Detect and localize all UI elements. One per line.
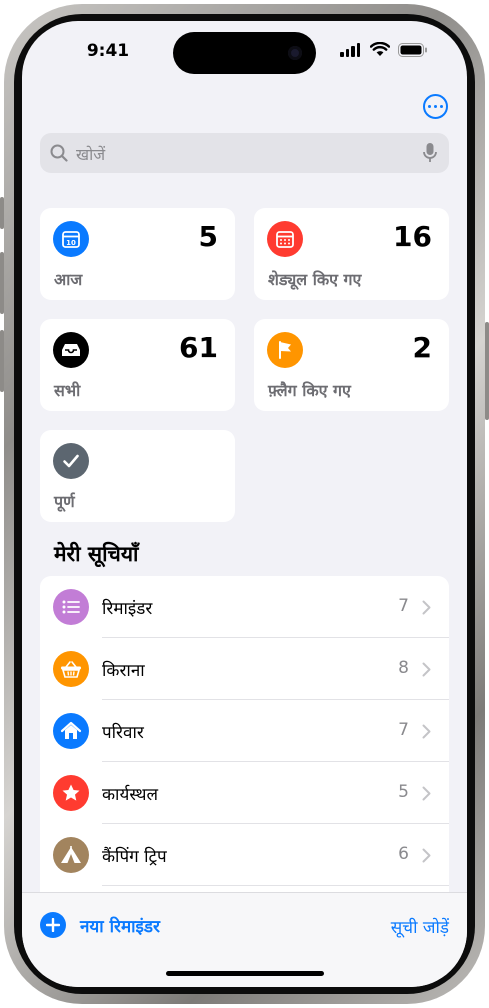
cellular-signal-icon xyxy=(340,43,362,57)
power-button xyxy=(485,322,489,420)
smart-list-scheduled[interactable]: 16 शेड्यूल किए गए xyxy=(254,208,449,300)
action-button xyxy=(0,197,4,229)
volume-up-button xyxy=(0,252,4,314)
dynamic-island xyxy=(173,32,316,74)
flag-icon xyxy=(267,332,303,368)
calendar-today-icon: 10 xyxy=(53,221,89,257)
smart-list-label: आज xyxy=(54,270,83,289)
list-item-reminders[interactable]: रिमाइंडर 7 xyxy=(40,576,449,638)
add-list-button[interactable]: सूची जोड़ें xyxy=(391,915,449,938)
volume-down-button xyxy=(0,330,4,392)
list-item-name: कैंपिंग ट्रिप xyxy=(102,847,167,867)
list-item-name: किराना xyxy=(102,661,145,681)
checkmark-icon xyxy=(53,443,89,479)
microphone-icon[interactable] xyxy=(423,142,437,164)
new-reminder-button[interactable]: नया रिमाइंडर xyxy=(40,911,160,939)
chevron-right-icon xyxy=(422,786,431,801)
more-options-button[interactable] xyxy=(423,94,448,119)
house-icon xyxy=(53,713,89,749)
magnifier-icon xyxy=(50,144,68,162)
home-indicator[interactable] xyxy=(166,971,324,976)
star-icon xyxy=(53,775,89,811)
tray-icon xyxy=(53,332,89,368)
smart-list-count: 16 xyxy=(393,220,432,253)
smart-list-count: 61 xyxy=(179,331,218,364)
list-item-camping-trip[interactable]: कैंपिंग ट्रिप 6 xyxy=(40,824,449,886)
new-reminder-label: नया रिमाइंडर xyxy=(80,916,160,937)
smart-list-label: शेड्यूल किए गए xyxy=(268,270,362,289)
wifi-icon xyxy=(370,42,390,56)
smart-list-flagged[interactable]: 2 फ़्लैग किए गए xyxy=(254,319,449,411)
list-item-name: कार्यस्थल xyxy=(102,785,158,805)
list-item-count: 7 xyxy=(398,596,409,616)
more-dot xyxy=(434,105,437,108)
smart-list-label: फ़्लैग किए गए xyxy=(268,381,351,400)
smart-list-label: पूर्ण xyxy=(54,492,75,511)
my-lists: रिमाइंडर 7 किराना 8 परिवार 7 कार्यस्थल 5… xyxy=(40,576,449,916)
search-field[interactable]: खोजें xyxy=(40,133,449,173)
battery-icon xyxy=(398,43,427,57)
status-time: 9:41 xyxy=(86,41,130,61)
row-divider xyxy=(102,885,449,886)
screen: 9:41 खोजें 10 5 आज 16 शेड्यूल किए गए 61 … xyxy=(22,21,467,987)
list-item-grocery[interactable]: किराना 8 xyxy=(40,638,449,700)
plus-circle-icon xyxy=(40,912,66,938)
more-dot xyxy=(440,105,443,108)
smart-list-all[interactable]: 61 सभी xyxy=(40,319,235,411)
list-item-family[interactable]: परिवार 7 xyxy=(40,700,449,762)
camera-icon xyxy=(288,46,302,60)
my-lists-title: मेरी सूचियाँ xyxy=(54,542,139,566)
more-dot xyxy=(428,105,431,108)
list-item-count: 8 xyxy=(398,658,409,678)
list-item-count: 6 xyxy=(398,844,409,864)
list-item-work[interactable]: कार्यस्थल 5 xyxy=(40,762,449,824)
list-item-name: रिमाइंडर xyxy=(102,599,153,619)
svg-text:10: 10 xyxy=(66,239,76,247)
smart-list-count: 5 xyxy=(198,220,218,253)
chevron-right-icon xyxy=(422,724,431,739)
smart-list-completed[interactable]: पूर्ण xyxy=(40,430,235,522)
list-item-count: 7 xyxy=(398,720,409,740)
chevron-right-icon xyxy=(422,600,431,615)
list-item-count: 5 xyxy=(398,782,409,802)
list-bullet-icon xyxy=(53,589,89,625)
basket-icon xyxy=(53,651,89,687)
smart-list-label: सभी xyxy=(54,381,81,400)
calendar-grid-icon xyxy=(267,221,303,257)
tent-icon xyxy=(53,837,89,873)
chevron-right-icon xyxy=(422,848,431,863)
list-item-name: परिवार xyxy=(102,723,144,743)
smart-list-today[interactable]: 10 5 आज xyxy=(40,208,235,300)
search-placeholder: खोजें xyxy=(76,145,106,164)
smart-list-count: 2 xyxy=(412,331,432,364)
chevron-right-icon xyxy=(422,662,431,677)
